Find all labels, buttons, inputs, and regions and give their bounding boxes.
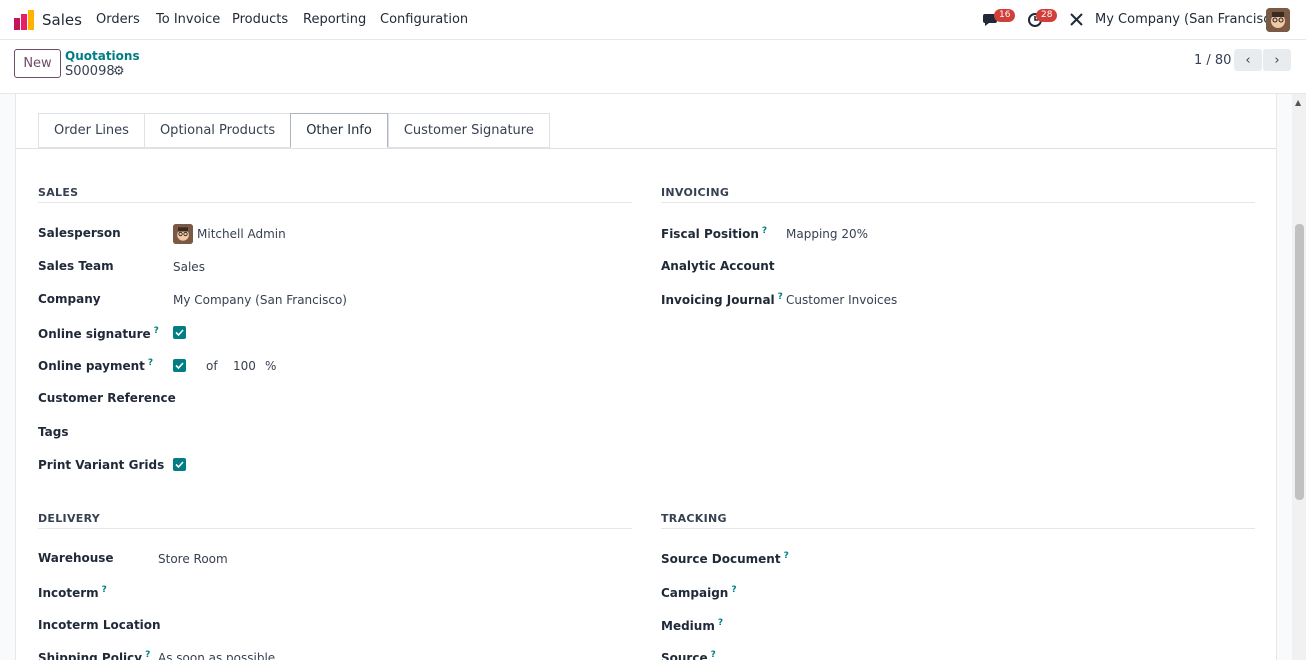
analytic-account-label: Analytic Account: [661, 259, 775, 273]
tab-other-info[interactable]: Other Info: [290, 113, 388, 148]
notebook-tabs: Order Lines Optional Products Other Info…: [38, 113, 550, 148]
source-label: Source?: [661, 650, 716, 660]
tab-customer-signature[interactable]: Customer Signature: [387, 113, 550, 148]
payment-percent-sign: %: [265, 359, 277, 373]
company-switcher[interactable]: My Company (San Francisco): [1095, 12, 1283, 27]
scroll-up-icon[interactable]: ▲: [1295, 98, 1301, 107]
section-delivery-title: DELIVERY: [38, 512, 101, 525]
payment-of-text: of: [206, 359, 218, 373]
invoicing-journal-label: Invoicing Journal?: [661, 292, 783, 307]
chevron-right-icon[interactable]: ›: [1263, 49, 1291, 71]
section-divider: [38, 202, 632, 203]
online-payment-checkbox[interactable]: [173, 359, 186, 372]
online-signature-checkbox[interactable]: [173, 326, 186, 339]
print-variant-grids-label: Print Variant Grids: [38, 458, 165, 472]
scrollbar[interactable]: ▲: [1292, 94, 1306, 660]
scrollbar-thumb[interactable]: [1295, 224, 1304, 500]
top-navbar: Sales Orders To Invoice Products Reporti…: [0, 0, 1306, 40]
section-sales-title: SALES: [38, 186, 79, 199]
chevron-left-icon[interactable]: ‹: [1234, 49, 1262, 71]
customer-reference-input[interactable]: [173, 392, 613, 408]
tab-optional-products[interactable]: Optional Products: [143, 113, 291, 148]
invoicing-journal-field[interactable]: Customer Invoices: [786, 293, 897, 307]
section-divider: [661, 202, 1255, 203]
incoterm-location-input[interactable]: [158, 619, 608, 635]
salesperson-label: Salesperson: [38, 226, 121, 240]
menu-reporting[interactable]: Reporting: [303, 12, 366, 27]
messages-badge: 16: [994, 9, 1016, 22]
tags-label: Tags: [38, 425, 69, 439]
medium-label: Medium?: [661, 618, 724, 633]
shipping-policy-label: Shipping Policy?: [38, 650, 151, 660]
online-payment-label: Online payment?: [38, 358, 154, 373]
online-signature-label: Online signature?: [38, 326, 159, 341]
menu-to-invoice[interactable]: To Invoice: [156, 12, 220, 27]
company-label: Company: [38, 292, 101, 306]
new-button[interactable]: New: [14, 49, 61, 78]
salesperson-field[interactable]: Mitchell Admin: [197, 227, 286, 241]
menu-orders[interactable]: Orders: [96, 12, 140, 27]
app-name[interactable]: Sales: [42, 11, 82, 29]
warehouse-label: Warehouse: [38, 551, 114, 565]
campaign-label: Campaign?: [661, 585, 737, 600]
record-name: S00098: [65, 64, 115, 79]
tab-order-lines[interactable]: Order Lines: [38, 113, 144, 148]
section-divider: [38, 528, 632, 529]
tags-input[interactable]: [173, 426, 613, 442]
warehouse-field[interactable]: Store Room: [158, 552, 228, 566]
activities-badge: 28: [1036, 9, 1058, 22]
analytic-account-input[interactable]: [786, 260, 1236, 276]
section-tracking-title: TRACKING: [661, 512, 727, 525]
company-field[interactable]: My Company (San Francisco): [173, 293, 347, 307]
shipping-policy-field[interactable]: As soon as possible: [158, 651, 275, 660]
tab-divider: [16, 148, 1276, 149]
app-logo-icon[interactable]: [13, 9, 35, 31]
menu-products[interactable]: Products: [232, 12, 288, 27]
sales-team-label: Sales Team: [38, 259, 114, 273]
salesperson-avatar: [173, 224, 193, 244]
menu-configuration[interactable]: Configuration: [380, 12, 468, 27]
debug-tools-icon[interactable]: [1069, 12, 1084, 27]
control-panel: New Quotations S00098 ⚙ 1 / 80 ‹ ›: [0, 40, 1306, 94]
payment-percent-input[interactable]: 100: [233, 359, 256, 373]
pager-value[interactable]: 1 / 80: [1194, 53, 1231, 68]
section-invoicing-title: INVOICING: [661, 186, 730, 199]
fiscal-position-field[interactable]: Mapping 20%: [786, 227, 868, 241]
breadcrumb-quotations[interactable]: Quotations: [65, 49, 140, 63]
incoterm-location-label: Incoterm Location: [38, 618, 161, 632]
source-document-label: Source Document?: [661, 551, 789, 566]
gear-icon[interactable]: ⚙: [113, 64, 125, 79]
form-sheet: Order Lines Optional Products Other Info…: [15, 94, 1277, 660]
customer-reference-label: Customer Reference: [38, 391, 176, 405]
print-variant-grids-checkbox[interactable]: [173, 458, 186, 471]
incoterm-input[interactable]: [158, 586, 608, 602]
section-divider: [661, 528, 1255, 529]
fiscal-position-label: Fiscal Position?: [661, 226, 768, 241]
incoterm-label: Incoterm?: [38, 585, 107, 600]
user-avatar[interactable]: [1266, 8, 1290, 32]
sales-team-field[interactable]: Sales: [173, 260, 205, 274]
